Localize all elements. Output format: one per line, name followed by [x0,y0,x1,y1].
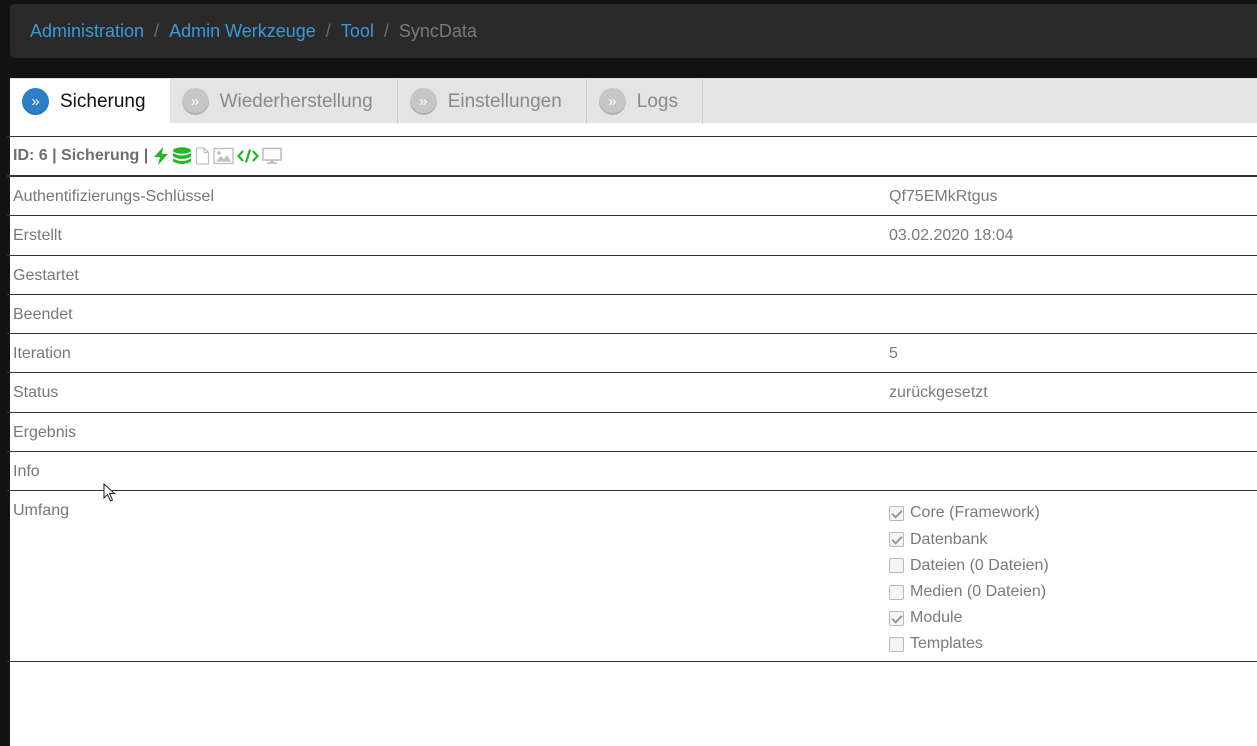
scope-item-datenbank: Datenbank [889,527,1049,553]
tab-label: Sicherung [60,90,146,112]
image-icon [213,147,234,165]
row-value: 5 [889,345,898,363]
breadcrumb-link-admin-werkzeuge[interactable]: Admin Werkzeuge [169,21,316,42]
row-label: Erstellt [13,227,62,245]
tab-label: Logs [636,90,678,112]
table-row: Status zurückgesetzt [7,373,1257,413]
table-row: Beendet [7,295,1257,335]
checkbox-templates[interactable] [889,636,904,652]
scope-item-core: Core (Framework) [889,500,1049,526]
row-label: Info [13,463,40,481]
breadcrumb-separator: / [383,20,389,41]
row-label: Umfang [13,502,70,520]
scope-item-label: Module [910,609,963,627]
database-icon [173,147,192,164]
tab-wiederherstellung[interactable]: » Wiederherstellung [170,79,398,124]
breadcrumb-separator: / [154,20,160,41]
row-value: zurückgesetzt [889,384,988,402]
chevron-right-icon: » [409,88,437,115]
chevron-right-icon: » [181,88,209,115]
table-row: Erstellt 03.02.2020 18:04 [7,216,1257,256]
row-value [883,452,889,490]
table-row-scope: Umfang Core (Framework) Datenbank Dateie… [7,491,1257,663]
table-row: Info [7,452,1257,492]
row-value [883,413,889,451]
checkbox-core[interactable] [889,505,904,521]
scope-item-medien: Medien (0 Dateien) [889,579,1049,605]
tab-einstellungen[interactable]: » Einstellungen [398,79,587,124]
row-value: 03.02.2020 18:04 [889,227,1014,245]
scope-item-templates: Templates [889,631,1049,657]
row-label: Authentifizierungs-Schlüssel [13,188,214,205]
bolt-icon [154,147,169,165]
breadcrumb-separator: / [325,20,331,41]
checkbox-medien[interactable] [889,584,904,600]
tab-bar: » Sicherung » Wiederherstellung » Einste… [10,78,1257,124]
row-label: Iteration [13,345,71,363]
table-row: Gestartet [7,256,1257,295]
row-value [883,295,889,333]
scope-item-label: Datenbank [910,530,988,548]
tab-sicherung[interactable]: » Sicherung [10,79,170,124]
row-label: Beendet [13,305,73,323]
table-header: ID: 6 | Sicherung | [7,136,1257,177]
scope-item-label: Templates [910,635,983,653]
breadcrumb-current: SyncData [398,20,477,41]
file-icon [196,147,210,165]
table-row: Iteration 5 [7,334,1257,374]
tab-logs[interactable]: » Logs [587,79,703,124]
tab-label: Wiederherstellung [219,90,373,112]
scope-item-dateien: Dateien (0 Dateien) [889,553,1049,579]
backup-details-table: ID: 6 | Sicherung | Authentifizierungs-S… [7,136,1257,663]
scope-item-module: Module [889,605,1049,631]
checkbox-module[interactable] [889,610,904,626]
row-label: Gestartet [13,266,79,284]
row-label: Ergebnis [13,423,77,441]
breadcrumb: Administration / Admin Werkzeuge / Tool … [10,4,1257,58]
chevron-right-icon: » [22,88,49,115]
row-value [883,256,889,294]
chevron-right-icon: » [598,88,626,115]
row-label: Status [13,384,59,402]
scope-item-label: Core (Framework) [910,504,1040,522]
mouse-cursor-icon [103,483,116,502]
breadcrumb-link-administration[interactable]: Administration [30,21,144,42]
row-value: Qf75EMkRtgus [889,188,998,205]
scope-item-label: Dateien (0 Dateien) [910,556,1049,574]
checkbox-dateien[interactable] [889,558,904,574]
scope-item-label: Medien (0 Dateien) [910,583,1047,601]
checkbox-datenbank[interactable] [889,532,904,548]
code-icon [237,149,260,163]
breadcrumb-link-tool[interactable]: Tool [341,21,374,42]
header-icons [153,147,283,165]
monitor-icon [262,147,283,165]
table-row: Authentifizierungs-Schlüssel Qf75EMkRtgu… [7,177,1257,217]
scope-checkbox-list: Core (Framework) Datenbank Dateien (0 Da… [883,491,1049,661]
backup-title: ID: 6 | Sicherung | [13,147,149,164]
tab-label: Einstellungen [447,90,562,112]
table-row: Ergebnis [7,413,1257,453]
